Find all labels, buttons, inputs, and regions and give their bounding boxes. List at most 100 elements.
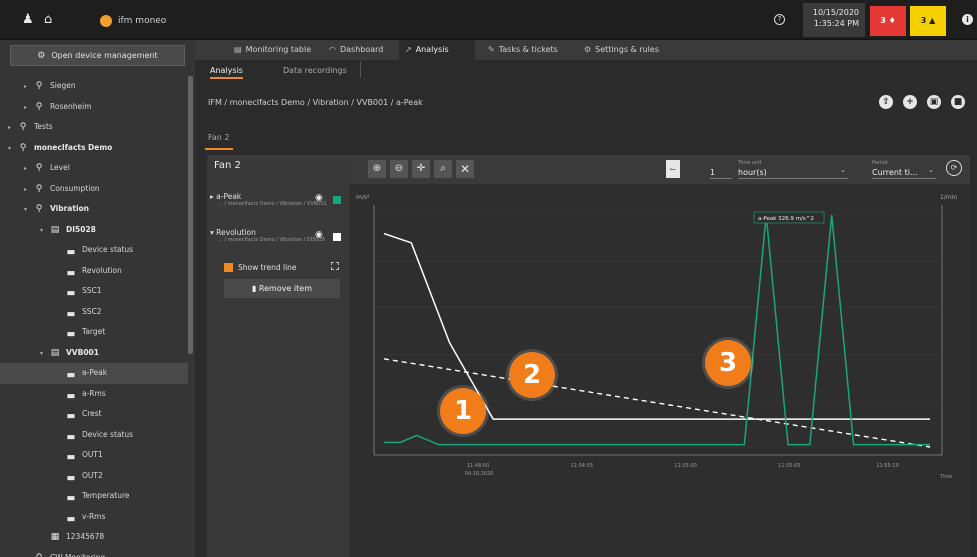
zoom-in-icon[interactable]: ⊕ (368, 160, 386, 178)
sidebar-item-monecifacts-demo[interactable]: ▾ ⚲ monecIfacts Demo (0, 138, 188, 159)
tree-arrow-icon[interactable]: ▾ (24, 200, 32, 221)
sidebar-item-label: Crest (82, 409, 102, 418)
user-icon[interactable]: ♟ (22, 13, 34, 27)
reset-zoom-icon[interactable]: ✕ (456, 160, 474, 178)
sidebar-item-device-status[interactable]: ▃ Device status (0, 240, 188, 261)
help-icon[interactable]: ? (774, 14, 785, 25)
tree-arrow-icon[interactable]: ▸ (24, 180, 32, 201)
sidebar-item-label: SSC1 (82, 286, 102, 295)
tree-arrow-icon[interactable]: ▸ (24, 159, 32, 180)
sidebar-item-temperature[interactable]: ▃ Temperature (0, 486, 188, 507)
series-panel (207, 155, 350, 557)
remove-item-button[interactable]: ▮ Remove item (224, 279, 340, 298)
tab-settings-rules[interactable]: ⚙ Settings & rules (578, 40, 678, 60)
chevron-down-icon: ⌄ (928, 166, 934, 174)
sidebar-item-device-status[interactable]: ▃ Device status (0, 425, 188, 446)
eye-icon[interactable]: ◉ (315, 193, 323, 203)
series-item-revolution[interactable]: ▾ Revolution ... / monecIfacts Demo / Vi… (210, 228, 347, 243)
sidebar-item-ssc2[interactable]: ▃ SSC2 (0, 302, 188, 323)
sidebar-item-revolution[interactable]: ▃ Revolution (0, 261, 188, 282)
sidebar-item-12345678[interactable]: ▦ 12345678 (0, 527, 188, 548)
trend-chart[interactable]: m/s² 1/min Time 11:48:00 11:54:55 11:55:00… (350, 185, 970, 485)
refresh-icon[interactable]: ⟳ (946, 160, 962, 176)
sidebar-item-label: Consumption (50, 183, 100, 193)
sidebar-item-rosenheim[interactable]: ▸ ⚲ Rosenheim (0, 97, 188, 118)
alarm-red-badge[interactable]: 3 ♦ (870, 6, 906, 36)
time-selector-icon[interactable]: ⌙ (666, 160, 680, 178)
sidebar-item-label: Revolution (82, 265, 122, 275)
sidebar-item-a-peak[interactable]: ▃ a-Peak (0, 363, 188, 384)
tab-fan-2[interactable]: Fan 2 (208, 133, 229, 142)
tree-arrow-icon[interactable]: ▾ (40, 344, 48, 365)
panel-title: Fan 2 (214, 160, 241, 171)
trash-icon: ▮ (251, 284, 259, 293)
sidebar-scrollbar[interactable] (188, 76, 193, 354)
nav-icon: ✎ (488, 45, 495, 54)
sidebar-item-consumption[interactable]: ▸ ⚲ Consumption (0, 179, 188, 200)
search-icon[interactable]: ⌕ (434, 160, 452, 178)
sidebar-item-out1[interactable]: ▃ OUT1 (0, 445, 188, 466)
sidebar-item-label: Target (82, 327, 106, 336)
delete-icon[interactable]: ■ (951, 95, 965, 109)
home-icon[interactable]: ⌂ (44, 13, 52, 27)
x-tick-date-label: 04.10.2020 (465, 471, 494, 477)
sidebar-item-crest[interactable]: ▃ Crest (0, 404, 188, 425)
sidebar-item-vibration[interactable]: ▾ ⚲ Vibration (0, 199, 188, 220)
sidebar-item-cw-monitoring[interactable]: ▸⚲ CW Monitoring (0, 548, 188, 557)
tree-arrow-icon[interactable]: ▸ (8, 118, 16, 139)
nav-tab-label: Dashboard (339, 45, 384, 54)
sidebar-item-label: Siegen (50, 81, 76, 90)
pan-icon[interactable]: ✛ (412, 160, 430, 178)
sidebar-item-v-rms[interactable]: ▃ v-Rms (0, 507, 188, 528)
export-icon[interactable]: ⇧ (879, 95, 893, 109)
trend-checkbox[interactable] (224, 263, 233, 272)
tab-dashboard[interactable]: ◠ Dashboard (323, 40, 393, 60)
location-pin-icon: ⚲ (35, 183, 43, 194)
alarm-yellow-badge[interactable]: 3 ▲ (910, 6, 946, 36)
nav-tab-label: Tasks & tickets (498, 45, 558, 54)
device-tree: ▸ ⚲ Siegen ▸ ⚲ Rosenheim ▸ ⚲ Tests ▾ ⚲ monecIfacts … (0, 76, 188, 557)
eye-icon[interactable]: ◉ (315, 230, 323, 240)
sidebar-item-vvb001[interactable]: ▾ ▤ VVB001 (0, 343, 188, 364)
sidebar-item-level[interactable]: ▸ ⚲ Level (0, 158, 188, 179)
sidebar-item-ssc1[interactable]: ▃ SSC1 (0, 281, 188, 302)
nav-icon: ◠ (329, 45, 336, 54)
sidebar-item-di5028[interactable]: ▾ ▤ DI5028 (0, 220, 188, 241)
sidebar-item-out2[interactable]: ▃ OUT2 (0, 466, 188, 487)
count-field[interactable]: 1 (710, 160, 732, 179)
sidebar-item-siegen[interactable]: ▸ ⚲ Siegen (0, 76, 188, 97)
sidebar-item-a-rms[interactable]: ▃ a-Rms (0, 384, 188, 405)
tree-arrow-icon[interactable]: ▸ (24, 549, 32, 557)
series-item-a-peak[interactable]: ▸ a-Peak ... / monecIfacts Demo / Vibrat… (210, 192, 347, 207)
sidebar-item-target[interactable]: ▃ Target (0, 322, 188, 343)
tree-arrow-icon[interactable]: ▸ (24, 98, 32, 119)
series-color-swatch[interactable] (333, 233, 341, 241)
location-pin-icon: ⚲ (19, 142, 27, 153)
zoom-out-icon[interactable]: ⊖ (390, 160, 408, 178)
tree-arrow-icon[interactable]: ▾ (8, 139, 16, 160)
nav-tab-label: Monitoring table (245, 45, 312, 54)
period-value: Current ti... (872, 168, 918, 177)
tab-monitoring-table[interactable]: ▤ Monitoring table (228, 40, 320, 60)
tree-arrow-icon[interactable]: ▸ (24, 77, 32, 98)
trend-line-style-icon[interactable] (331, 262, 339, 270)
sidebar-item-tests[interactable]: ▸ ⚲ Tests (0, 117, 188, 138)
tab-analysis-sub[interactable]: Analysis (210, 66, 243, 79)
save-icon[interactable]: ▣ (927, 95, 941, 109)
open-device-management-button[interactable]: ⚙ Open device management (10, 45, 185, 66)
info-icon[interactable]: i (962, 14, 973, 25)
tab-analysis[interactable]: ↗ Analysis (399, 40, 475, 60)
series-color-swatch[interactable] (333, 196, 341, 204)
time-unit-select[interactable]: Time unit hour(s) ⌄ (738, 160, 848, 179)
ifm-logo-icon (100, 15, 112, 27)
sidebar-item-label: OUT1 (82, 450, 103, 459)
callout-badge-2: 2 (509, 352, 555, 398)
time-unit-label: Time unit (738, 160, 762, 166)
period-select[interactable]: Period Current ti... ⌄ (872, 160, 936, 179)
alarm-yellow-count: 3 (920, 16, 927, 25)
tab-tasks-tickets[interactable]: ✎ Tasks & tickets (482, 40, 570, 60)
add-icon[interactable]: + (903, 95, 917, 109)
tab-data-recordings[interactable]: Data recordings (283, 66, 347, 75)
tree-arrow-icon[interactable]: ▾ (40, 221, 48, 242)
location-pin-icon: ⚲ (19, 122, 27, 132)
